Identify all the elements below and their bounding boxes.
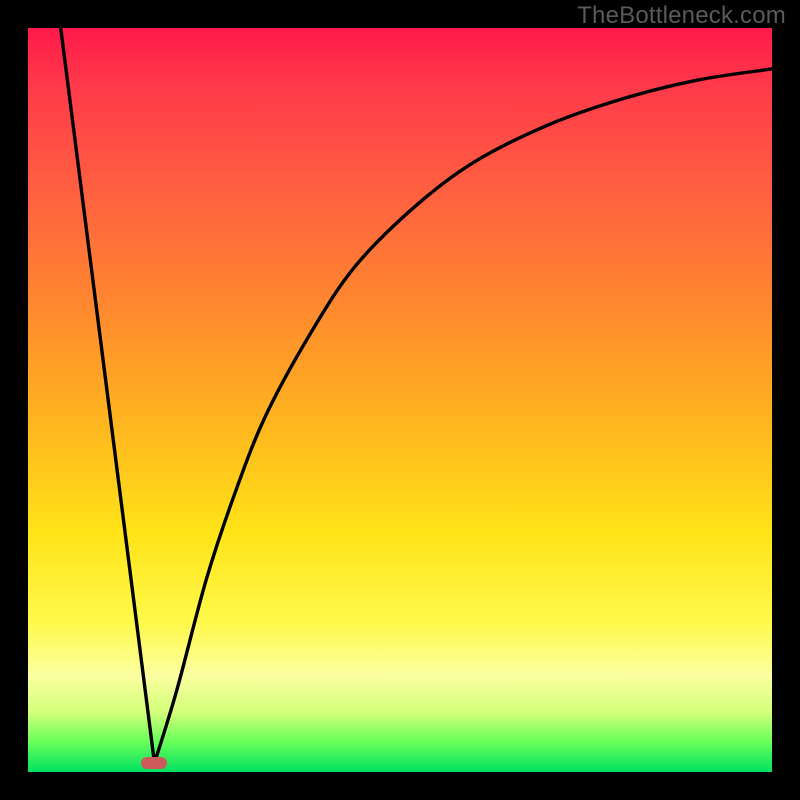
watermark-text: TheBottleneck.com [577, 2, 786, 30]
min-marker [141, 757, 167, 769]
curve-path [61, 28, 772, 763]
plot-area [28, 28, 772, 772]
curve-layer [28, 28, 772, 772]
chart-frame: TheBottleneck.com [0, 0, 800, 800]
